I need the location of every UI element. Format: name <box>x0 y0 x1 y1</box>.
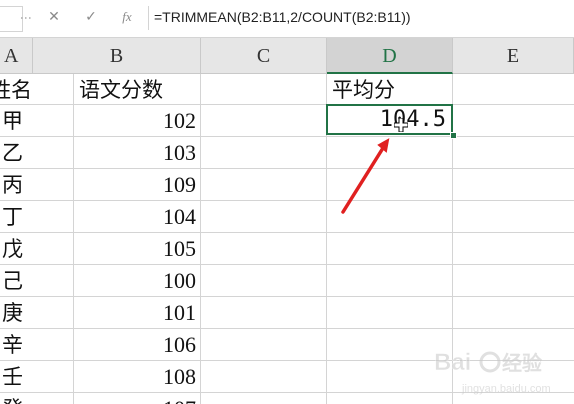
svg-text:经验: 经验 <box>502 351 542 375</box>
baidu-watermark-logo: Bai 经验 jingyan.baidu.com <box>434 349 551 395</box>
svg-text:Bai: Bai <box>434 349 471 376</box>
svg-text:jingyan.baidu.com: jingyan.baidu.com <box>461 383 551 395</box>
